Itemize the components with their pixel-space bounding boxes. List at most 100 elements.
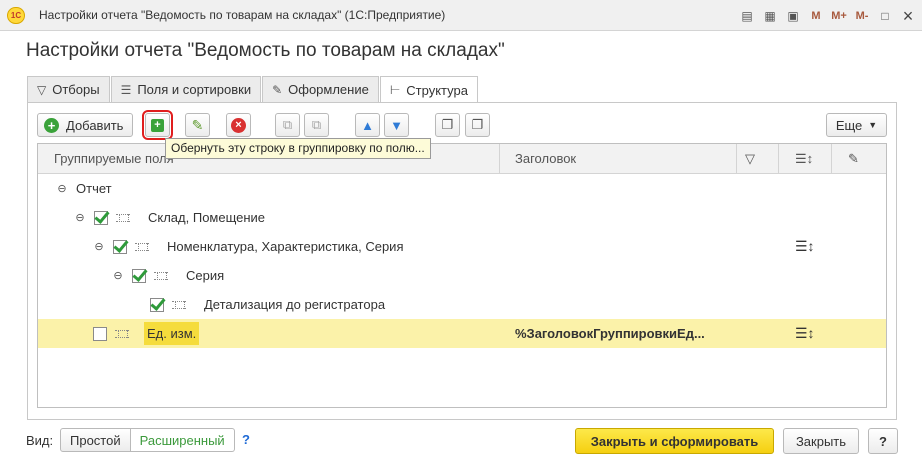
structure-grid[interactable]: Группируемые поля Заголовок ▽ ☰↕ ✎ ⊖ Отч… bbox=[37, 143, 887, 408]
check-all-button[interactable]: ❐ bbox=[435, 113, 460, 137]
close-window-icon[interactable]: × bbox=[898, 6, 918, 26]
tab-fields-sorting[interactable]: ☰ Поля и сортировки bbox=[110, 76, 262, 102]
grouping-icon bbox=[116, 213, 130, 222]
add-button[interactable]: + Добавить bbox=[37, 113, 133, 137]
tree-row[interactable]: ⊖ Номенклатура, Характеристика, Серия ☰↕ bbox=[38, 232, 886, 261]
row-checkbox[interactable] bbox=[94, 210, 108, 225]
collapse-icon[interactable]: ⊖ bbox=[74, 211, 86, 224]
row-label: Отчет bbox=[76, 181, 112, 196]
footer-bar: Вид: Простой Расширенный ? Закрыть и сфо… bbox=[0, 428, 922, 454]
wrap-in-grouping-button[interactable]: + bbox=[142, 110, 173, 140]
check-all-icon: ❐ bbox=[441, 117, 454, 132]
view-help-link[interactable]: ? bbox=[242, 432, 250, 447]
column-separator bbox=[831, 144, 832, 173]
memory-minus-button[interactable]: М- bbox=[852, 6, 872, 26]
move-into-parent-button[interactable]: ⧉ bbox=[275, 113, 300, 137]
tab-appearance[interactable]: ✎ Оформление bbox=[262, 76, 379, 102]
row-label: Склад, Помещение bbox=[148, 210, 266, 225]
row-name-cell: ⊖ Серия bbox=[112, 261, 224, 290]
calendar-icon[interactable]: ▣ bbox=[783, 6, 803, 26]
row-name-cell: Детализация до регистратора bbox=[150, 290, 385, 319]
column-sort-icon[interactable]: ☰↕ bbox=[795, 144, 813, 173]
restore-window-icon[interactable]: □ bbox=[875, 6, 895, 26]
uncheck-all-icon: ❐ bbox=[471, 117, 484, 132]
window-controls: ▤ ▦ ▣ М М+ М- □ × bbox=[734, 6, 918, 26]
add-button-label: Добавить bbox=[66, 117, 124, 133]
move-in-icon: ⧉ bbox=[282, 117, 293, 132]
row-name-cell: Ед. изм. bbox=[93, 319, 200, 348]
tab-label: Отборы bbox=[52, 82, 100, 97]
row-sort-icon: ☰↕ bbox=[795, 238, 815, 254]
collapse-icon[interactable]: ⊖ bbox=[93, 240, 105, 253]
view-label: Вид: bbox=[26, 433, 54, 448]
wrap-grouping-icon: + bbox=[151, 118, 164, 132]
collapse-icon[interactable]: ⊖ bbox=[56, 182, 68, 195]
arrow-up-icon: ▲ bbox=[361, 117, 374, 133]
more-button[interactable]: Еще ▼ bbox=[826, 113, 887, 137]
grouping-icon bbox=[135, 242, 149, 251]
tree-row[interactable]: ⊖ Серия bbox=[38, 261, 886, 290]
tab-label: Оформление bbox=[288, 82, 369, 97]
column-appearance-icon[interactable]: ✎ bbox=[848, 144, 859, 173]
page-title: Настройки отчета "Ведомость по товарам н… bbox=[26, 40, 505, 61]
move-down-button[interactable]: ▼ bbox=[384, 113, 409, 137]
brush-icon: ✎ bbox=[272, 82, 283, 97]
calculator-icon[interactable]: ▦ bbox=[760, 6, 780, 26]
pencil-icon: ✎ bbox=[191, 116, 204, 133]
structure-icon: ⊢ bbox=[389, 83, 401, 97]
grouping-icon bbox=[172, 300, 186, 309]
move-out-icon: ⧉ bbox=[311, 117, 322, 132]
delete-icon: × bbox=[231, 117, 246, 133]
row-label: Ед. изм. bbox=[144, 322, 200, 345]
row-name-cell: ⊖ Отчет bbox=[56, 174, 112, 203]
print-icon[interactable]: ▤ bbox=[737, 6, 757, 26]
column-heading[interactable]: Заголовок bbox=[515, 144, 576, 173]
grouping-icon bbox=[115, 329, 129, 338]
wrap-grouping-tooltip: Обернуть эту строку в группировку по пол… bbox=[165, 138, 431, 159]
view-mode-switch: Простой Расширенный bbox=[60, 428, 235, 452]
close-button[interactable]: Закрыть bbox=[783, 428, 859, 454]
row-label: Серия bbox=[186, 268, 225, 283]
close-and-generate-button[interactable]: Закрыть и сформировать bbox=[575, 428, 774, 454]
chevron-down-icon: ▼ bbox=[868, 120, 878, 130]
column-filter-icon[interactable]: ▽ bbox=[745, 144, 755, 173]
row-checkbox[interactable] bbox=[93, 326, 107, 341]
view-simple-button[interactable]: Простой bbox=[60, 428, 131, 452]
row-name-cell: ⊖ Склад, Помещение bbox=[74, 203, 265, 232]
row-heading: %ЗаголовокГруппировкиЕд... bbox=[515, 326, 705, 341]
memory-plus-button[interactable]: М+ bbox=[829, 6, 849, 26]
column-fields[interactable]: Группируемые поля bbox=[54, 144, 174, 173]
move-out-parent-button[interactable]: ⧉ bbox=[304, 113, 329, 137]
help-button[interactable]: ? bbox=[868, 428, 898, 454]
collapse-icon[interactable]: ⊖ bbox=[112, 269, 124, 282]
delete-button[interactable]: × bbox=[226, 113, 251, 137]
column-separator bbox=[736, 144, 737, 173]
tab-label: Поля и сортировки bbox=[137, 82, 252, 97]
add-icon: + bbox=[44, 117, 59, 133]
more-label: Еще bbox=[835, 117, 863, 133]
window-titlebar: 1С Настройки отчета "Ведомость по товара… bbox=[0, 0, 922, 31]
row-label: Номенклатура, Характеристика, Серия bbox=[167, 239, 404, 254]
tree-row[interactable]: Детализация до регистратора bbox=[38, 290, 886, 319]
tree-row-selected[interactable]: Ед. изм. %ЗаголовокГруппировкиЕд... ☰↕ bbox=[38, 319, 886, 348]
grouping-icon bbox=[154, 271, 168, 280]
row-sort-icon: ☰↕ bbox=[795, 325, 815, 341]
app-logo-icon: 1С bbox=[7, 7, 25, 24]
row-checkbox[interactable] bbox=[113, 239, 127, 254]
tree-row[interactable]: ⊖ Склад, Помещение bbox=[38, 203, 886, 232]
tree-row-report[interactable]: ⊖ Отчет bbox=[38, 174, 886, 203]
row-checkbox[interactable] bbox=[150, 297, 164, 312]
column-separator bbox=[499, 144, 500, 173]
row-label: Детализация до регистратора bbox=[204, 297, 386, 312]
view-extended-button[interactable]: Расширенный bbox=[130, 428, 235, 452]
tab-filters[interactable]: ▽ Отборы bbox=[27, 76, 110, 102]
memory-button[interactable]: М bbox=[806, 6, 826, 26]
move-up-button[interactable]: ▲ bbox=[355, 113, 380, 137]
filter-icon: ▽ bbox=[37, 82, 47, 97]
edit-button[interactable]: ✎ bbox=[185, 113, 210, 137]
row-name-cell: ⊖ Номенклатура, Характеристика, Серия bbox=[93, 232, 403, 261]
uncheck-all-button[interactable]: ❐ bbox=[465, 113, 490, 137]
row-checkbox[interactable] bbox=[132, 268, 146, 283]
tab-structure[interactable]: ⊢ Структура bbox=[379, 76, 478, 103]
arrow-down-icon: ▼ bbox=[390, 117, 403, 133]
